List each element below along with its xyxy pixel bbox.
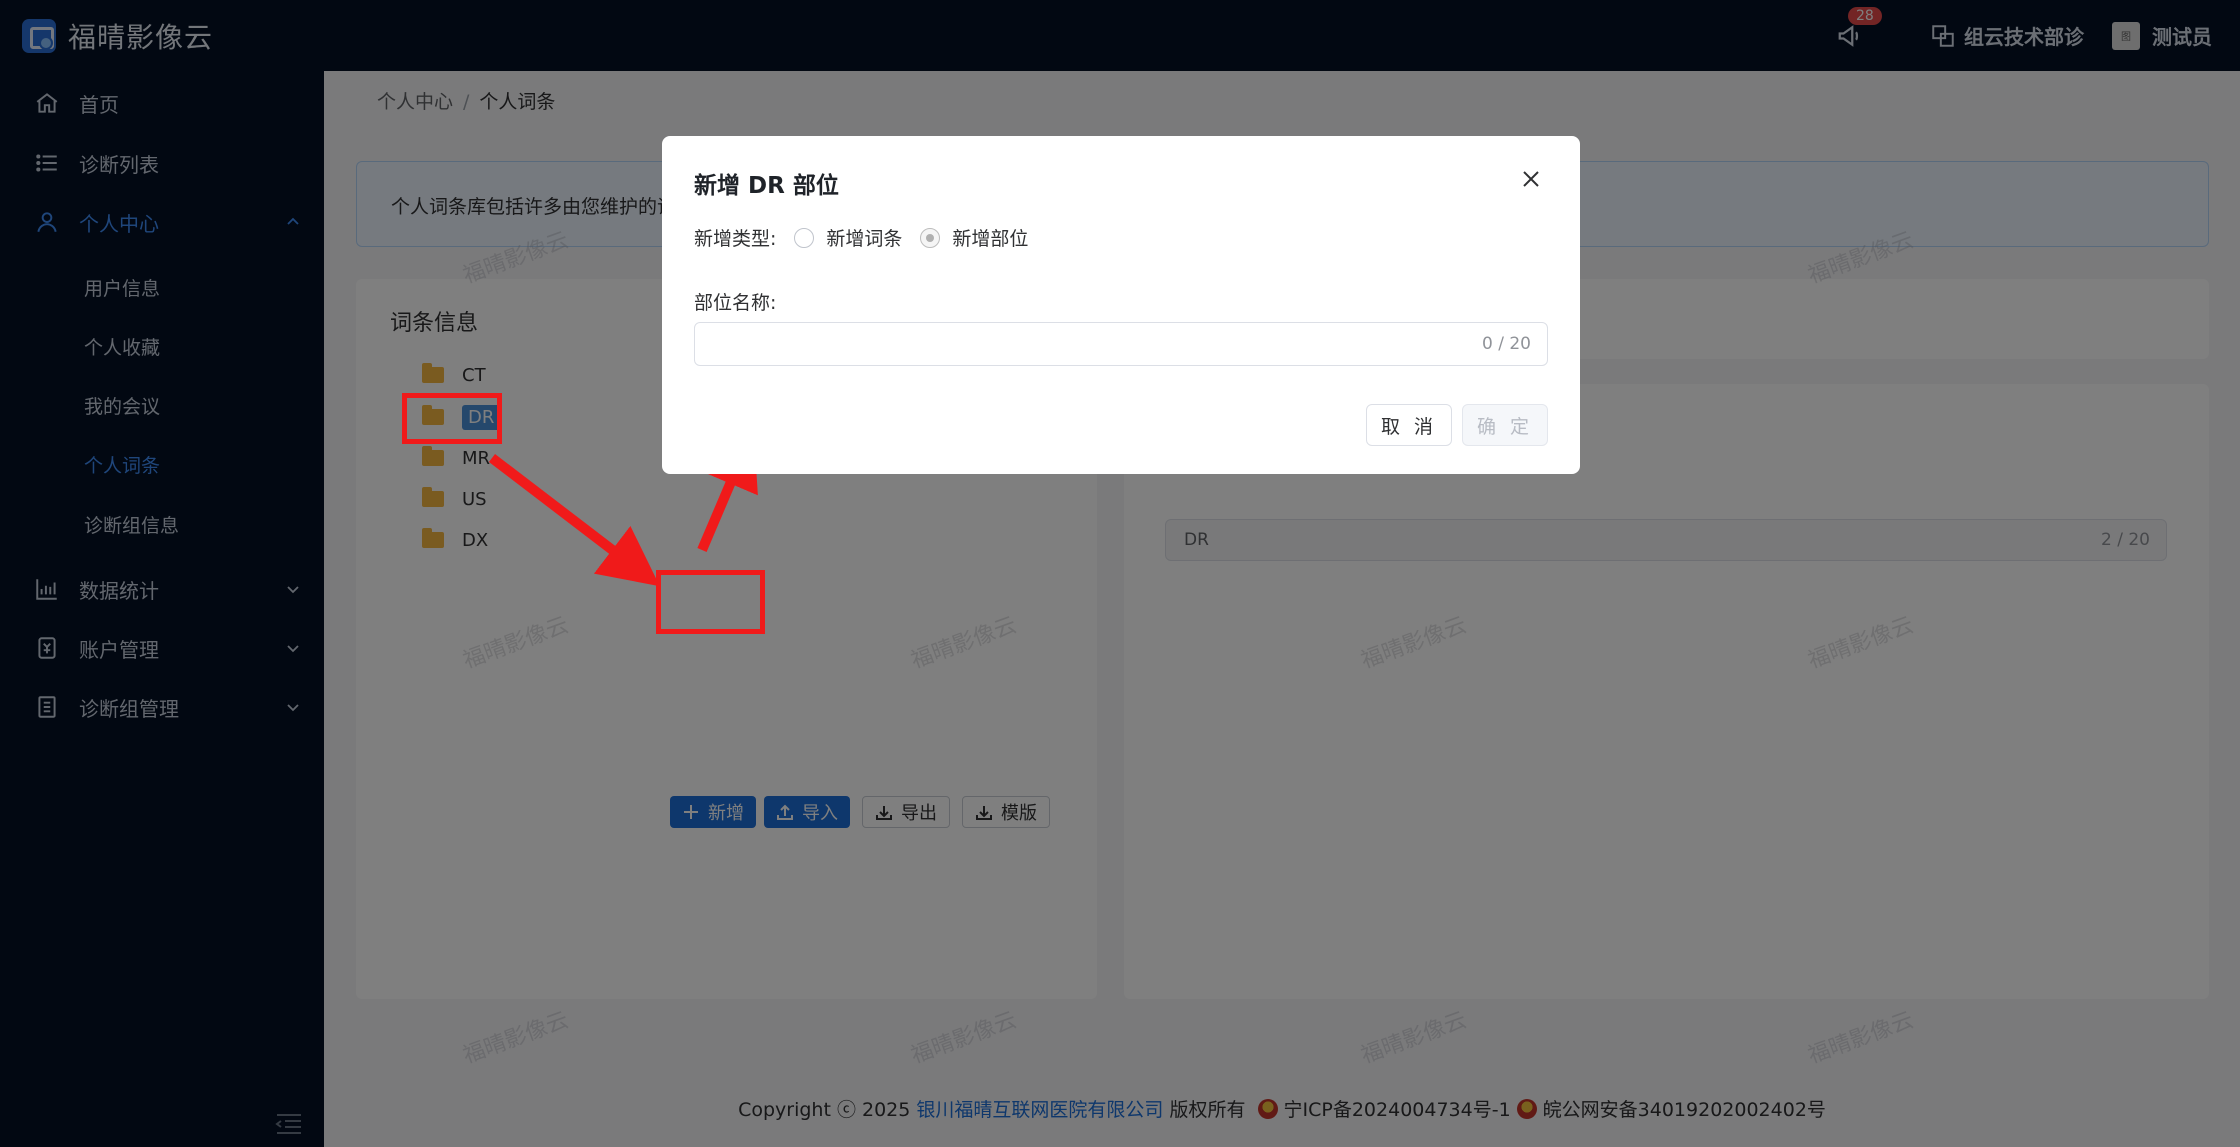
annotation-box-dr — [402, 393, 502, 444]
annotation-box-add — [656, 570, 765, 634]
add-part-dialog: 新增 DR 部位 新增类型: 新增词条 新增部位 部位名称: 0 / 20 取 … — [662, 136, 1580, 474]
type-selector: 新增类型: 新增词条 新增部位 — [694, 224, 1046, 251]
radio-circle — [794, 227, 815, 248]
radio-new-part[interactable]: 新增部位 — [920, 224, 1028, 251]
confirm-button[interactable]: 确 定 — [1462, 404, 1548, 446]
name-label: 部位名称: — [694, 292, 777, 314]
radio-new-entry[interactable]: 新增词条 — [794, 224, 902, 251]
char-count: 0 / 20 — [1482, 334, 1531, 354]
radio-label: 新增词条 — [826, 228, 903, 250]
dialog-title: 新增 DR 部位 — [694, 173, 839, 199]
part-name-input[interactable] — [695, 323, 1547, 365]
part-name-field[interactable]: 0 / 20 — [694, 322, 1548, 366]
close-icon[interactable] — [1520, 168, 1542, 190]
radio-label: 新增部位 — [952, 228, 1029, 250]
cancel-button[interactable]: 取 消 — [1366, 404, 1452, 446]
type-label: 新增类型: — [694, 228, 777, 250]
radio-circle-checked — [920, 227, 941, 248]
